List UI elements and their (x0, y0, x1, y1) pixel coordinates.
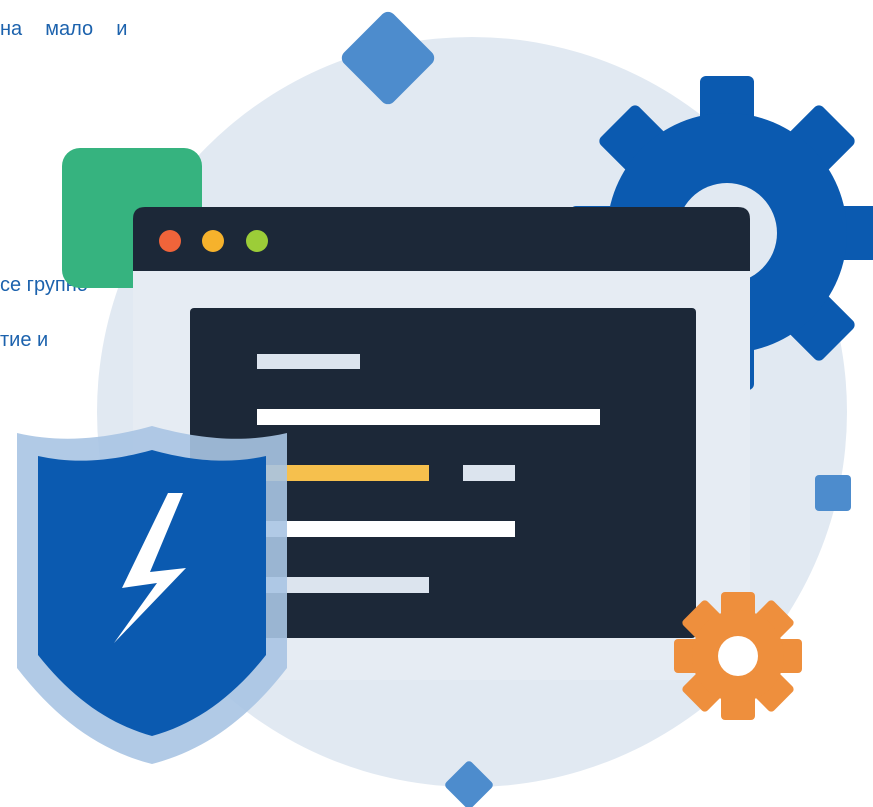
window-dot-red (159, 230, 181, 252)
gear-small-hole (718, 636, 758, 676)
window-dot-yellow (202, 230, 224, 252)
code-line-3-tail (463, 465, 515, 481)
code-line-1 (257, 354, 360, 369)
code-line-4 (257, 521, 515, 537)
small-square (815, 475, 851, 511)
gear-small-icon (674, 592, 802, 720)
illustration-canvas: на мало и се групно тие и (0, 0, 873, 807)
browser-title-bar (133, 207, 750, 271)
illustration (17, 11, 873, 807)
shield-icon (17, 426, 287, 764)
code-line-2 (257, 409, 600, 425)
window-dot-green (246, 230, 268, 252)
